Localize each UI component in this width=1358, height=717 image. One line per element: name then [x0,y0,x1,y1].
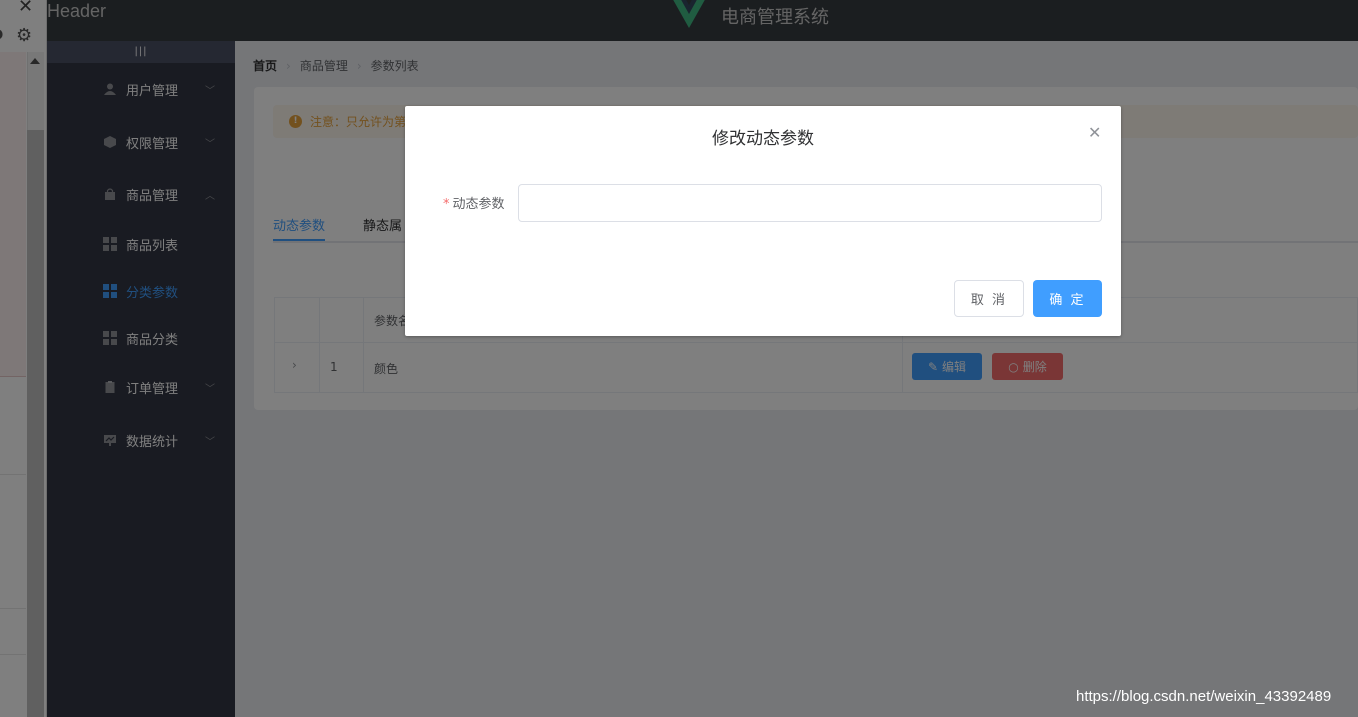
cancel-button[interactable]: 取 消 [954,280,1024,317]
edit-param-dialog: 修改动态参数 ✕ * 动态参数 取 消 确 定 [405,106,1121,336]
required-mark: * [443,197,450,212]
dialog-title: 修改动态参数 [712,129,814,149]
confirm-button[interactable]: 确 定 [1033,280,1102,317]
field-label-text: 动态参数 [452,197,505,212]
watermark: https://blog.csdn.net/weixin_43392489 [1076,688,1332,705]
field-label: * 动态参数 [443,193,505,212]
param-name-input[interactable] [518,184,1102,222]
close-icon[interactable]: ✕ [1088,123,1101,142]
